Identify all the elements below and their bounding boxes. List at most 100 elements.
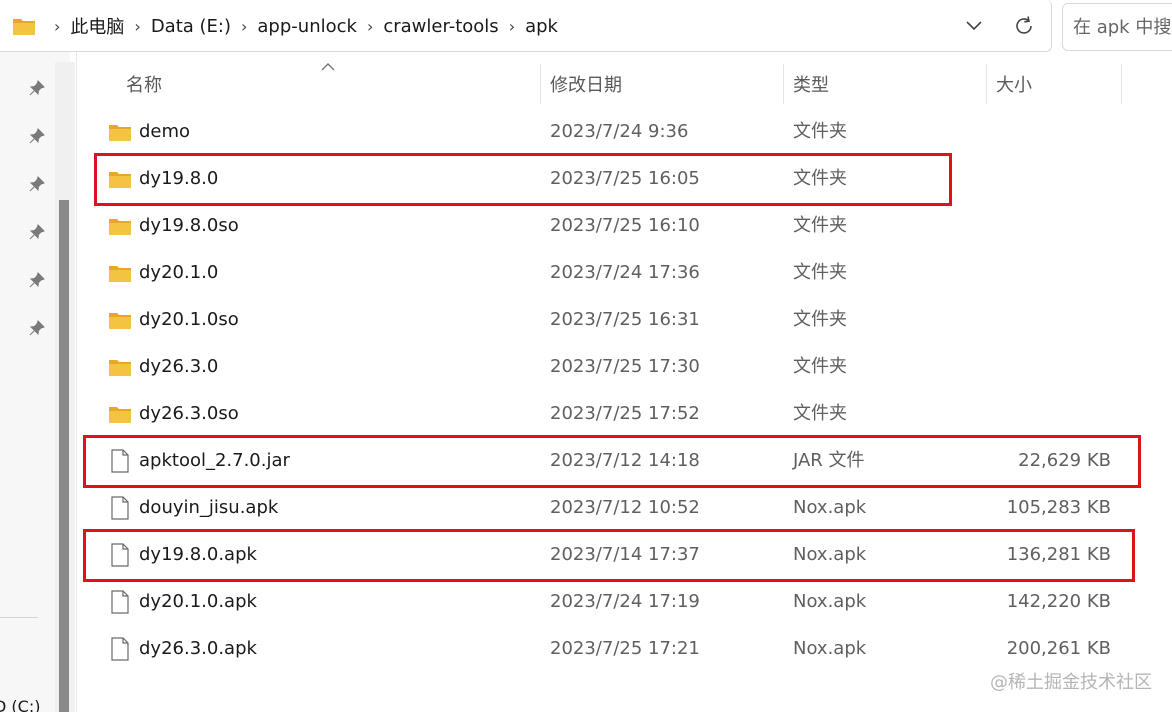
address-box[interactable]: › 此电脑 › Data (E:) › app-unlock › crawler… [0, 0, 1052, 52]
file-row[interactable]: dy26.3.0so 2023/7/25 17:52 文件夹 [77, 390, 1172, 437]
file-type: 文件夹 [793, 215, 847, 236]
column-divider[interactable] [1121, 64, 1122, 104]
breadcrumb-this-pc[interactable]: 此电脑 [70, 13, 124, 39]
file-size [957, 296, 1111, 343]
file-size: 142,220 KB [1006, 591, 1111, 612]
folder-icon [107, 214, 133, 238]
file-list: 名称 修改日期 类型 大小 demo 2023/7/24 9:36 文件夹 dy19.… [77, 52, 1172, 712]
file-icon [107, 496, 133, 520]
folder-icon [107, 355, 133, 379]
file-modified-date: 2023/7/25 16:31 [550, 309, 700, 330]
breadcrumb-separator: › [366, 16, 374, 36]
file-name: demo [139, 121, 191, 142]
pin-icon[interactable] [27, 270, 47, 290]
breadcrumb-drive-e[interactable]: Data (E:) [151, 16, 231, 37]
refresh-icon[interactable] [1007, 10, 1041, 42]
file-type: JAR 文件 [793, 450, 865, 471]
file-modified-date: 2023/7/12 10:52 [550, 497, 700, 518]
file-type: Nox.apk [793, 638, 867, 659]
file-row[interactable]: douyin_jisu.apk 2023/7/12 10:52 Nox.apk 105… [77, 484, 1172, 531]
file-name: dy20.1.0 [139, 262, 219, 283]
file-modified-date: 2023/7/24 17:36 [550, 262, 700, 283]
pin-icon[interactable] [27, 318, 47, 338]
file-row[interactable]: dy26.3.0 2023/7/25 17:30 文件夹 [77, 343, 1172, 390]
file-icon [107, 543, 133, 567]
file-name: dy20.1.0so [139, 309, 239, 330]
file-name: dy19.8.0so [139, 215, 239, 236]
pin-icon[interactable] [27, 126, 47, 146]
file-type: 文件夹 [793, 403, 847, 424]
column-header-size[interactable]: 大小 [996, 64, 1032, 104]
file-type: 文件夹 [793, 356, 847, 377]
column-divider[interactable] [986, 64, 987, 104]
breadcrumb: › 此电脑 › Data (E:) › app-unlock › crawler… [12, 0, 558, 52]
nav-divider [0, 617, 38, 618]
address-bar: › 此电脑 › Data (E:) › app-unlock › crawler… [0, 0, 1172, 52]
file-icon [107, 637, 133, 661]
file-modified-date: 2023/7/25 16:05 [550, 168, 700, 189]
file-modified-date: 2023/7/25 16:10 [550, 215, 700, 236]
file-row[interactable]: dy19.8.0so 2023/7/25 16:10 文件夹 [77, 202, 1172, 249]
nav-scrollbar-thumb[interactable] [59, 200, 69, 712]
file-row[interactable]: dy19.8.0.apk 2023/7/14 17:37 Nox.apk 136,28… [77, 531, 1172, 578]
folder-icon [107, 402, 133, 426]
file-name: dy19.8.0.apk [139, 544, 257, 565]
sort-ascending-icon [321, 57, 335, 71]
file-name: dy26.3.0.apk [139, 638, 257, 659]
file-row[interactable]: dy20.1.0so 2023/7/25 16:31 文件夹 [77, 296, 1172, 343]
breadcrumb-separator: › [134, 16, 141, 36]
column-header-type[interactable]: 类型 [793, 64, 829, 104]
folder-icon [107, 120, 133, 144]
pin-icon[interactable] [27, 78, 47, 98]
breadcrumb-crawler-tools[interactable]: crawler-tools [383, 16, 498, 37]
file-type: Nox.apk [793, 497, 867, 518]
folder-icon [12, 16, 36, 36]
file-size: 105,283 KB [1006, 497, 1111, 518]
folder-icon [107, 167, 133, 191]
folder-icon [107, 261, 133, 285]
file-row[interactable]: dy20.1.0 2023/7/24 17:36 文件夹 [77, 249, 1172, 296]
file-modified-date: 2023/7/12 14:18 [550, 450, 700, 471]
watermark: @稀土掘金技术社区 [990, 672, 1152, 693]
file-modified-date: 2023/7/24 9:36 [550, 121, 689, 142]
file-type: 文件夹 [793, 168, 847, 189]
file-modified-date: 2023/7/14 17:37 [550, 544, 700, 565]
column-divider[interactable] [540, 64, 541, 104]
file-row[interactable]: apktool_2.7.0.jar 2023/7/12 14:18 JAR 文件 22… [77, 437, 1172, 484]
search-input[interactable] [1063, 4, 1172, 50]
file-row[interactable]: demo 2023/7/24 9:36 文件夹 [77, 108, 1172, 155]
file-row[interactable]: dy19.8.0 2023/7/25 16:05 文件夹 [77, 155, 1172, 202]
file-size [957, 343, 1111, 390]
pin-icon[interactable] [27, 174, 47, 194]
chevron-down-icon[interactable] [958, 11, 990, 41]
file-row[interactable]: dy20.1.0.apk 2023/7/24 17:19 Nox.apk 142,22… [77, 578, 1172, 625]
pin-icon[interactable] [27, 222, 47, 242]
file-type: 文件夹 [793, 309, 847, 330]
breadcrumb-separator: › [508, 16, 516, 36]
file-row[interactable]: dy26.3.0.apk 2023/7/25 17:21 Nox.apk 200,26… [77, 625, 1172, 672]
file-name: dy20.1.0.apk [139, 591, 257, 612]
breadcrumb-separator: › [54, 16, 61, 36]
file-type: 文件夹 [793, 121, 847, 142]
file-explorer-window: › 此电脑 › Data (E:) › app-unlock › crawler… [0, 0, 1172, 712]
file-icon [107, 449, 133, 473]
search-box[interactable] [1062, 3, 1172, 51]
file-name: dy26.3.0 [139, 356, 219, 377]
column-divider[interactable] [783, 64, 784, 104]
column-header-name[interactable]: 名称 [126, 64, 162, 104]
breadcrumb-separator: › [241, 16, 248, 36]
file-type: Nox.apk [793, 544, 867, 565]
file-name: dy19.8.0 [139, 168, 219, 189]
file-modified-date: 2023/7/24 17:19 [550, 591, 700, 612]
file-size [957, 249, 1111, 296]
column-header-modified[interactable]: 修改日期 [550, 64, 622, 104]
file-icon [107, 590, 133, 614]
file-size: 136,281 KB [1006, 544, 1111, 565]
breadcrumb-apk[interactable]: apk [525, 16, 558, 37]
nav-drive-item[interactable]: D (C:) [0, 697, 40, 712]
file-name: dy26.3.0so [139, 403, 239, 424]
file-name: douyin_jisu.apk [139, 497, 279, 518]
file-size [957, 390, 1111, 437]
breadcrumb-app-unlock[interactable]: app-unlock [257, 16, 357, 37]
file-modified-date: 2023/7/25 17:52 [550, 403, 700, 424]
